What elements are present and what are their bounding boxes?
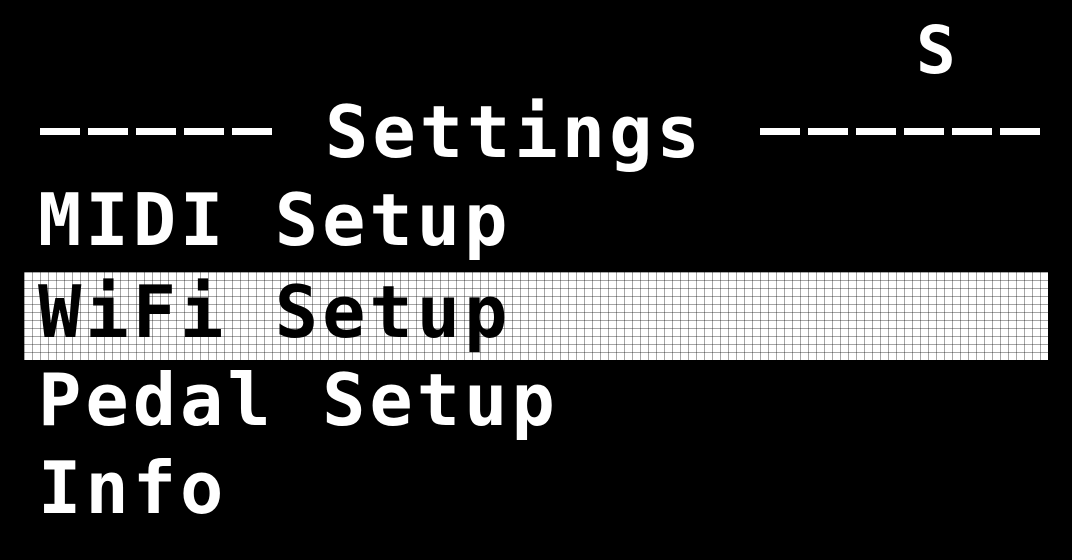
title-bar: Settings [40, 92, 1040, 172]
menu-item-info[interactable]: Info [24, 448, 1048, 536]
divider-dash [88, 128, 128, 135]
menu-item-label: Info [38, 446, 228, 530]
menu-item-pedal-setup[interactable]: Pedal Setup [24, 360, 1048, 448]
divider-dash [136, 128, 176, 135]
divider-dash [808, 128, 848, 135]
divider-dash [856, 128, 896, 135]
menu-item-wifi-setup[interactable]: WiFi Setup [24, 272, 1048, 360]
menu-item-label: Pedal Setup [38, 358, 559, 442]
menu-item-midi-setup[interactable]: MIDI Setup [24, 180, 1048, 268]
divider-dash [760, 128, 800, 135]
title-right-divider [760, 128, 1040, 136]
divider-dash [952, 128, 992, 135]
menu-item-label: MIDI Setup [38, 178, 512, 262]
title-left-divider [40, 128, 272, 136]
divider-dash [40, 128, 80, 135]
menu-item-label: WiFi Setup [38, 270, 512, 354]
page-title: Settings [325, 90, 704, 174]
status-indicator: S [916, 12, 960, 89]
divider-dash [232, 128, 272, 135]
divider-dash [184, 128, 224, 135]
divider-dash [1000, 128, 1040, 135]
device-screen: S Settings MIDI Setup WiFi Setup Pedal S… [0, 0, 1072, 560]
divider-dash [904, 128, 944, 135]
